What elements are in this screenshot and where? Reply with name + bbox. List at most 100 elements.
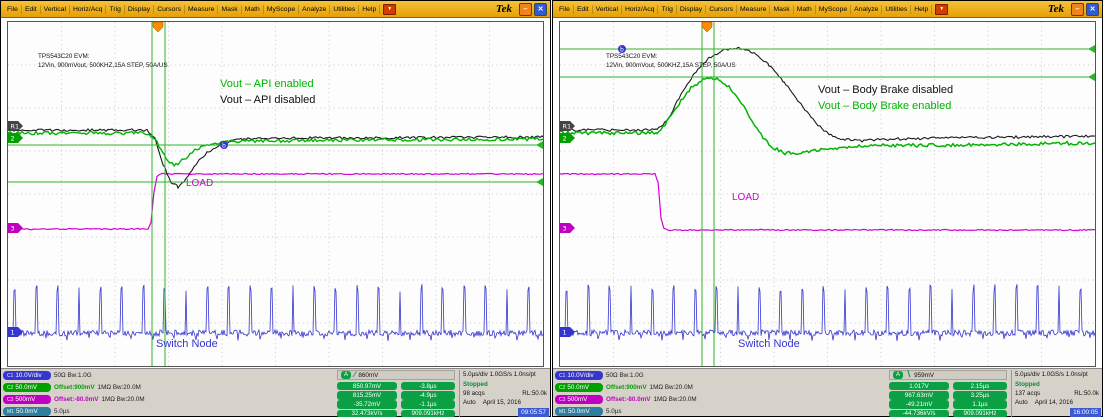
menu-item-file[interactable]: File [556,5,574,14]
trigger-mode: Auto [463,399,476,406]
close-button[interactable]: ✕ [1086,3,1099,16]
channel-readout-m1[interactable]: M1 50.0mV 5.0µs [3,406,70,417]
channel-badge[interactable]: C3 500mV [3,395,51,404]
waveform-canvas[interactable]: R1231b [560,22,1095,366]
trigger-readout[interactable]: A ∕ 860mV [337,370,455,380]
menu-item-cursors[interactable]: Cursors [154,5,185,14]
measurement-badge[interactable]: 1.017V [889,382,949,390]
trigger-position-marker[interactable] [702,22,712,32]
menu-item-analyze[interactable]: Analyze [299,5,330,14]
menu-item-display[interactable]: Display [677,5,706,14]
channel-badge[interactable]: C1 10.0V/div [555,371,603,380]
menu-item-math[interactable]: Math [242,5,264,14]
waveform-canvas[interactable]: R1 2 3 1 b [8,22,543,366]
channel-marker-1[interactable]: 1 [8,327,23,337]
channel-readout-c3[interactable]: C3 500mV Offset:-80.0mV 1MΩ Bw:20.0M [555,394,697,405]
measurement-badge[interactable]: -1.1µs [401,400,455,408]
channel-detail: 1MΩ Bw:20.0M [101,396,144,403]
channel-badge[interactable]: C1 10.0V/div [3,371,51,380]
switch-node-label: Switch Node [156,338,218,350]
tek-logo: Tek [496,3,512,15]
channel-detail: 1MΩ Bw:20.0M [653,396,696,403]
measurement-badge[interactable]: -3.8µs [401,382,455,390]
time-readout: 16:00:05 [1070,408,1101,417]
svg-text:3: 3 [563,225,567,233]
svg-text:b: b [222,142,226,149]
record-length: RL:50.0k [522,390,547,397]
trigger-readout[interactable]: A ∖ 959mV [889,370,1007,380]
channel-badge[interactable]: C2 50.0mV [555,383,603,392]
measurement-badge[interactable]: 909.091kHz [953,410,1007,417]
measurement-badge[interactable]: -44.736kV/s [889,410,949,417]
channel-marker-3[interactable]: 3 [8,223,23,233]
scope-display[interactable]: R1231b TPS543C20 EVM: 12Vin, 900mVout, 5… [7,21,544,367]
channel-readout-c1[interactable]: C1 10.0V/div 50Ω Bw:1.0G [555,370,644,381]
menu-item-cursors[interactable]: Cursors [706,5,737,14]
measurement-badge[interactable]: -35.72mV [337,400,397,408]
measurement-badge[interactable]: -49.21mV [889,400,949,408]
channel-detail: 5.0µs [54,408,70,415]
menu-item-utilities[interactable]: Utilities [882,5,911,14]
menu-item-myscope[interactable]: MyScope [816,5,851,14]
menu-item-mask[interactable]: Mask [770,5,793,14]
close-button[interactable]: ✕ [534,3,547,16]
channel-badge[interactable]: M1 50.0mV [3,407,51,416]
menu-item-horizacq[interactable]: Horiz/Acq [622,5,658,14]
measurement-badge[interactable]: 967.63mV [889,391,949,399]
menu-item-measure[interactable]: Measure [185,5,218,14]
svg-text:2: 2 [563,135,567,143]
measurement-badge[interactable]: 32.473kV/s [337,410,397,417]
menu-item-trig[interactable]: Trig [106,5,124,14]
minimize-button[interactable]: – [519,3,532,16]
measurement-badge[interactable]: 1.1µs [953,400,1007,408]
menu-item-mask[interactable]: Mask [218,5,241,14]
menu-item-file[interactable]: File [4,5,22,14]
setup-annotation: TPS543C20 EVM: 12Vin, 900mVout, 500KHZ,1… [606,52,736,70]
menu-item-display[interactable]: Display [125,5,154,14]
minimize-button[interactable]: – [1071,3,1084,16]
channel-readout-c2[interactable]: C2 50.0mV Offset:900mV 1MΩ Bw:20.0M [555,382,693,393]
measurement-badge[interactable]: 815.25mV [337,391,397,399]
menu-item-horizacq[interactable]: Horiz/Acq [70,5,106,14]
measurement-badge[interactable]: -4.9µs [401,391,455,399]
trigger-source-badge: A [341,371,351,379]
menu-item-help[interactable]: Help [359,5,380,14]
menu-item-vertical[interactable]: Vertical [41,5,70,14]
menu-item-vertical[interactable]: Vertical [593,5,622,14]
setup-line-2: 12Vin, 900mVout, 500KHZ,15A STEP, 50A/US [606,61,736,70]
channel-badge[interactable]: C3 500mV [555,395,603,404]
channel-readout-c2[interactable]: C2 50.0mV Offset:900mV 1MΩ Bw:20.0M [3,382,141,393]
menu-item-measure[interactable]: Measure [737,5,770,14]
channel-id: C3 [559,397,565,403]
measurement-badge[interactable]: 850.97mV [337,382,397,390]
channel-readout-m1[interactable]: M1 50.0mV 5.0µs [555,406,622,417]
measurement-badge[interactable]: 3.25µs [953,391,1007,399]
menu-item-utilities[interactable]: Utilities [330,5,359,14]
channel-badge[interactable]: C2 50.0mV [3,383,51,392]
channel-marker-3[interactable]: 3 [560,223,575,233]
menu-overflow-button[interactable]: ▼ [383,4,396,15]
trace-label-enabled: Vout – API enabled [220,78,314,90]
scope-display[interactable]: R1231b TPS543C20 EVM: 12Vin, 900mVout, 5… [559,21,1096,367]
menu-item-edit[interactable]: Edit [22,5,41,14]
channel-marker-2[interactable]: 2 [8,133,23,143]
menu-item-myscope[interactable]: MyScope [264,5,299,14]
menu-item-trig[interactable]: Trig [658,5,676,14]
trigger-position-marker[interactable] [153,22,163,32]
menu-item-help[interactable]: Help [911,5,932,14]
channel-detail: 50Ω Bw:1.0G [606,372,644,379]
channel-readout-c3[interactable]: C3 500mV Offset:-80.0mV 1MΩ Bw:20.0M [3,394,145,405]
channel-marker-R1[interactable]: R1 [8,121,23,131]
cursor-arrow-icon [1088,73,1095,81]
menu-overflow-button[interactable]: ▼ [935,4,948,15]
measurement-badge[interactable]: 2.15µs [953,382,1007,390]
channel-id: M1 [7,409,14,415]
svg-text:1: 1 [563,329,567,337]
menu-item-analyze[interactable]: Analyze [851,5,882,14]
channel-marker-2[interactable]: 2 [560,133,575,143]
menu-item-edit[interactable]: Edit [574,5,593,14]
channel-badge[interactable]: M1 50.0mV [555,407,603,416]
menu-item-math[interactable]: Math [794,5,816,14]
measurement-badge[interactable]: 909.091kHz [401,410,455,417]
channel-readout-c1[interactable]: C1 10.0V/div 50Ω Bw:1.0G [3,370,92,381]
